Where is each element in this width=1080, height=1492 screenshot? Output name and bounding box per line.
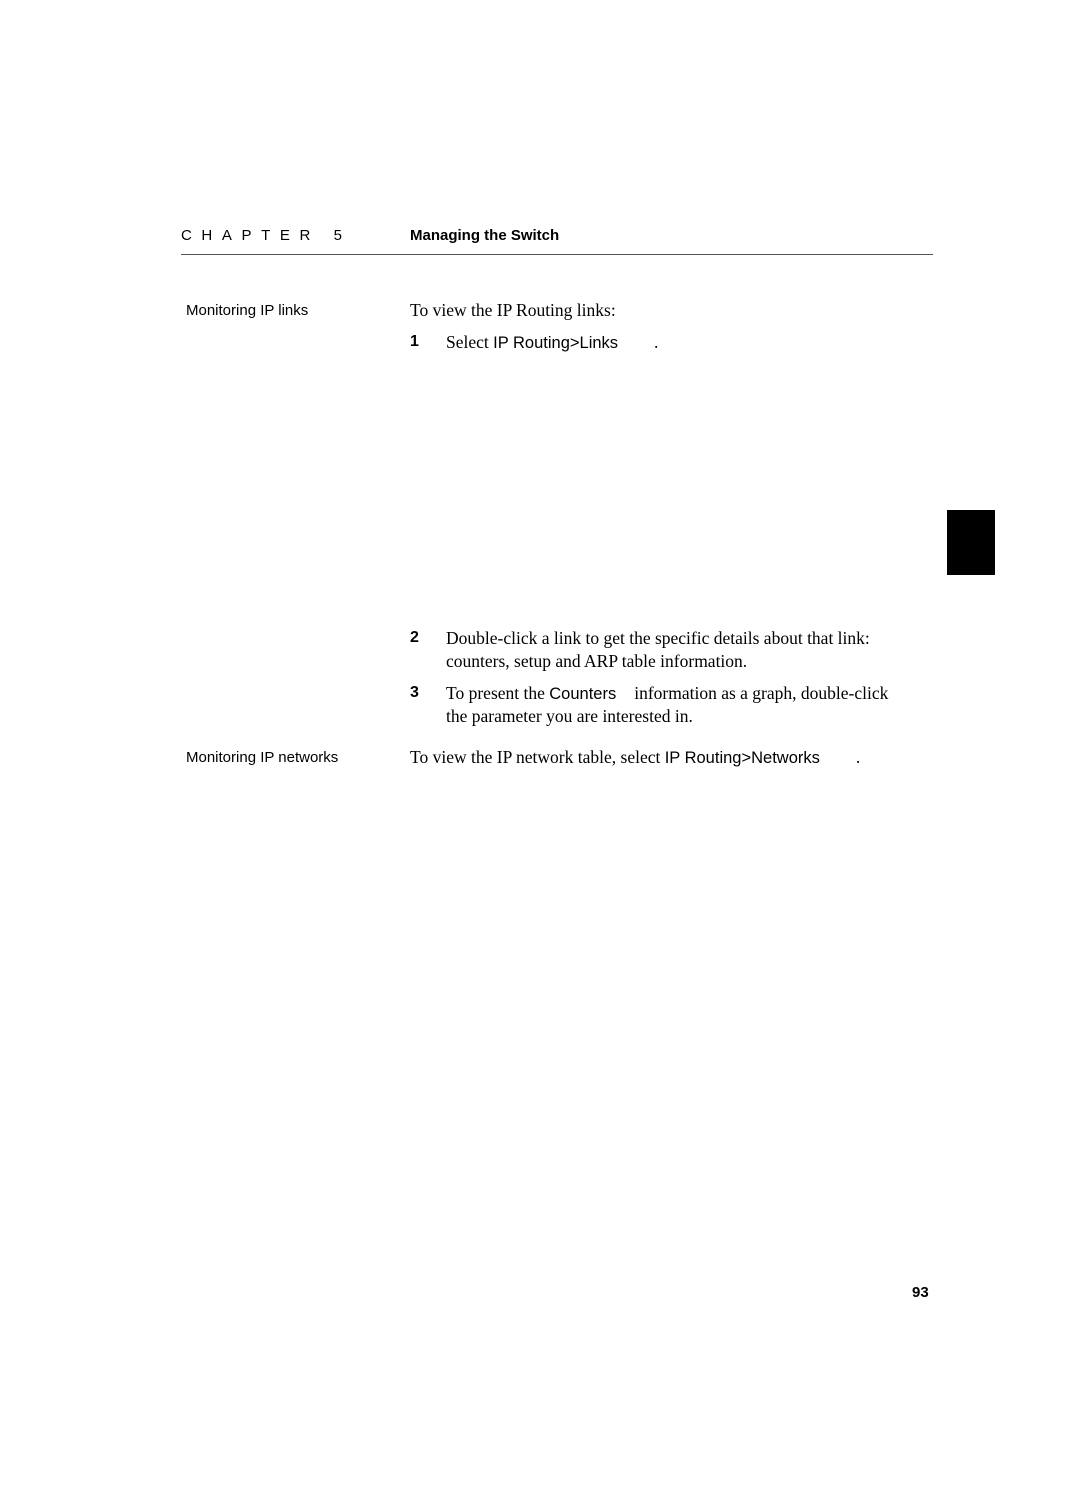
step-2-line-2: counters, setup and ARP table informatio… (446, 651, 748, 671)
sidehead-monitoring-ip-networks: Monitoring IP networks (186, 749, 339, 766)
step-3-line-2: the parameter you are interested in. (446, 706, 693, 726)
step-text: To present the (446, 683, 550, 703)
menu-path: IP Routing>Networks (664, 749, 820, 767)
chapter-title: Managing the Switch (410, 227, 560, 244)
body-punct: . (855, 747, 861, 767)
page-number: 93 (912, 1284, 929, 1301)
step-text: information as a graph, double-click (634, 683, 889, 703)
chapter-label: CHAPTER 5 (181, 227, 352, 244)
section-intro: To view the IP Routing links: (410, 300, 616, 320)
step-number: 3 (410, 684, 419, 701)
sidehead-monitoring-ip-links: Monitoring IP links (186, 302, 309, 319)
header-rule (181, 254, 933, 255)
step-punct: . (654, 332, 659, 352)
step-text: Select (446, 332, 494, 352)
step-number: 1 (410, 333, 419, 350)
step-1-text: Select IP Routing>Links. (446, 331, 658, 355)
ui-term-counters: Counters (549, 685, 617, 703)
step-2-line-1: Double-click a link to get the specific … (446, 628, 870, 648)
step-3-line-1: To present the Counters information as a … (446, 682, 888, 706)
menu-path: IP Routing>Links (493, 334, 619, 352)
networks-instruction: To view the IP network table, select IP … (410, 746, 860, 770)
step-number: 2 (410, 629, 419, 646)
chapter-thumb-tab (947, 510, 995, 575)
body-text: To view the IP network table, select (410, 747, 665, 767)
